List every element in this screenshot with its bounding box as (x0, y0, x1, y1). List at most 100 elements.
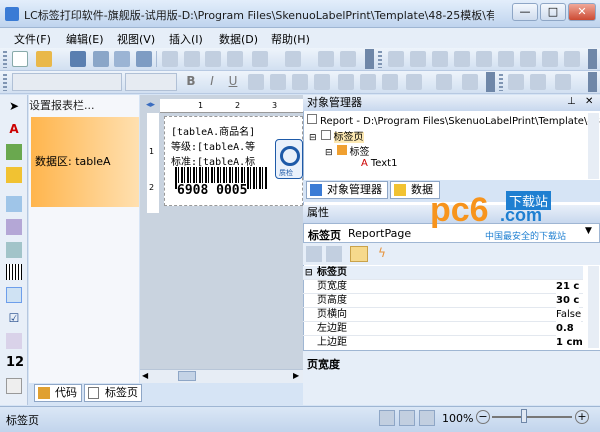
undo-icon[interactable] (252, 51, 268, 67)
frame-style-icon[interactable] (555, 74, 571, 90)
tree-node-text[interactable]: A Text1 (361, 158, 397, 167)
font-size-combo[interactable] (125, 73, 177, 91)
align-middle-icon[interactable] (476, 51, 492, 67)
chevron-down-icon[interactable]: ▼ (585, 226, 592, 236)
align-left-icon[interactable] (388, 51, 404, 67)
scroll-thumb[interactable] (178, 371, 196, 381)
format-painter-icon[interactable] (227, 51, 243, 67)
band-settings-header[interactable]: 设置报表栏... (29, 97, 95, 113)
text-tool-icon[interactable]: A (6, 121, 22, 137)
property-scrollbar[interactable] (588, 266, 599, 348)
print-icon[interactable] (93, 51, 109, 67)
zoom-in-icon[interactable]: + (575, 410, 589, 424)
align-right-icon[interactable] (432, 51, 448, 67)
view-page-icon[interactable] (399, 410, 415, 426)
tree-node-report[interactable]: Report - D:\Program Files\SkenuoLabelPri… (307, 114, 600, 127)
paste-icon[interactable] (205, 51, 221, 67)
toolbar-overflow[interactable] (365, 49, 374, 69)
property-row[interactable]: 页横向 False (303, 308, 583, 322)
zoom-out-icon[interactable]: − (476, 410, 490, 424)
property-value[interactable]: 30 c (556, 294, 580, 308)
group-icon[interactable] (318, 51, 334, 67)
frame-none-icon[interactable] (530, 74, 546, 90)
property-row[interactable]: 上边距 1 cm (303, 336, 583, 348)
tree-node-page[interactable]: ⊟ 标签页 (309, 128, 364, 143)
label-text-grade[interactable]: 等级:[tableA.等 (171, 138, 255, 153)
menu-file[interactable]: 文件(F) (14, 31, 51, 47)
subreport-tool-icon[interactable] (6, 378, 22, 394)
events-icon[interactable]: ϟ (374, 246, 390, 262)
font-name-combo[interactable] (12, 73, 122, 91)
ungroup-icon[interactable] (340, 51, 356, 67)
matrix-tool-icon[interactable] (6, 219, 22, 235)
menu-insert[interactable]: 插入(I) (169, 31, 203, 47)
print-preview-icon[interactable] (114, 51, 130, 67)
highlight-icon[interactable] (436, 74, 452, 90)
rotate-icon[interactable] (462, 74, 478, 90)
toolbar-grip[interactable] (499, 74, 503, 91)
underline-icon[interactable]: U (225, 74, 241, 90)
valign-bottom-icon[interactable] (382, 74, 398, 90)
page-setup-icon[interactable] (136, 51, 152, 67)
panel-close-icon[interactable]: ✕ (585, 96, 593, 107)
toolbar-overflow[interactable] (588, 72, 597, 92)
maximize-button[interactable]: □ (540, 3, 566, 21)
barcode-tool-icon[interactable] (6, 264, 22, 280)
sort-az-icon[interactable] (326, 246, 342, 262)
cut-icon[interactable] (162, 51, 178, 67)
same-width-icon[interactable] (520, 51, 536, 67)
italic-icon[interactable]: I (204, 74, 220, 90)
redo-icon[interactable] (285, 51, 301, 67)
menu-view[interactable]: 视图(V) (117, 31, 155, 47)
menu-data[interactable]: 数据(D) (219, 31, 258, 47)
toolbar-overflow[interactable] (588, 49, 597, 69)
bold-icon[interactable]: B (183, 74, 199, 90)
property-category[interactable]: ⊟ 标签页 (303, 266, 583, 280)
grid-tool-icon[interactable] (6, 242, 22, 258)
properties-icon[interactable] (350, 246, 368, 262)
align-center-icon[interactable] (410, 51, 426, 67)
font-color-icon[interactable] (406, 74, 422, 90)
property-row[interactable]: 页宽度 21 c (303, 280, 583, 294)
save-icon[interactable] (70, 51, 86, 67)
text-align-left-icon[interactable] (248, 74, 264, 90)
same-size-icon[interactable] (564, 51, 580, 67)
minimize-button[interactable]: — (512, 3, 538, 21)
new-file-icon[interactable] (12, 51, 28, 67)
property-row[interactable]: 页高度 30 c (303, 294, 583, 308)
open-folder-icon[interactable] (36, 51, 52, 67)
property-value[interactable]: 1 cm (556, 336, 583, 348)
pointer-icon[interactable]: ➤ (6, 98, 22, 114)
toolbar-grip[interactable] (3, 74, 7, 91)
same-height-icon[interactable] (542, 51, 558, 67)
property-row[interactable]: 左边距0.8 c (303, 322, 583, 348)
scroll-right-icon[interactable]: ▶ (293, 371, 299, 380)
table-tool-icon[interactable] (6, 196, 22, 212)
chart-tool-icon[interactable] (6, 333, 22, 349)
shape-tool-icon[interactable] (6, 167, 22, 183)
scroll-left-icon[interactable]: ◀ (142, 371, 148, 380)
toolbar-overflow[interactable] (486, 72, 495, 92)
close-button[interactable]: ✕ (568, 3, 596, 21)
copy-icon[interactable] (184, 51, 200, 67)
number-tool-icon[interactable]: 12 (6, 355, 24, 371)
align-top-icon[interactable] (454, 51, 470, 67)
label-text-standard[interactable]: 标准:[tableA.标 (171, 153, 255, 168)
property-value[interactable]: 21 c (556, 280, 580, 294)
frame-all-icon[interactable] (508, 74, 524, 90)
menu-edit[interactable]: 编辑(E) (66, 31, 104, 47)
zoom-slider[interactable] (492, 416, 572, 418)
text-align-right-icon[interactable] (292, 74, 308, 90)
menu-help[interactable]: 帮助(H) (271, 31, 310, 47)
zoom-slider-thumb[interactable] (521, 409, 527, 423)
label-page[interactable]: [tableA.商品名] 等级:[tableA.等 标准:[tableA.标 6… (164, 116, 303, 206)
toolbar-grip[interactable] (3, 51, 7, 68)
categorized-icon[interactable] (306, 246, 322, 262)
object-tree[interactable]: Report - D:\Program Files\SkenuoLabelPri… (305, 113, 600, 179)
checkbox-tool-icon[interactable]: ☑ (6, 310, 22, 326)
label-text-name[interactable]: [tableA.商品名] (171, 123, 255, 138)
text-align-center-icon[interactable] (270, 74, 286, 90)
tree-scrollbar[interactable] (588, 113, 599, 179)
pin-icon[interactable]: ⊥ (567, 96, 576, 107)
quality-seal-icon[interactable]: 质检 (275, 139, 303, 179)
